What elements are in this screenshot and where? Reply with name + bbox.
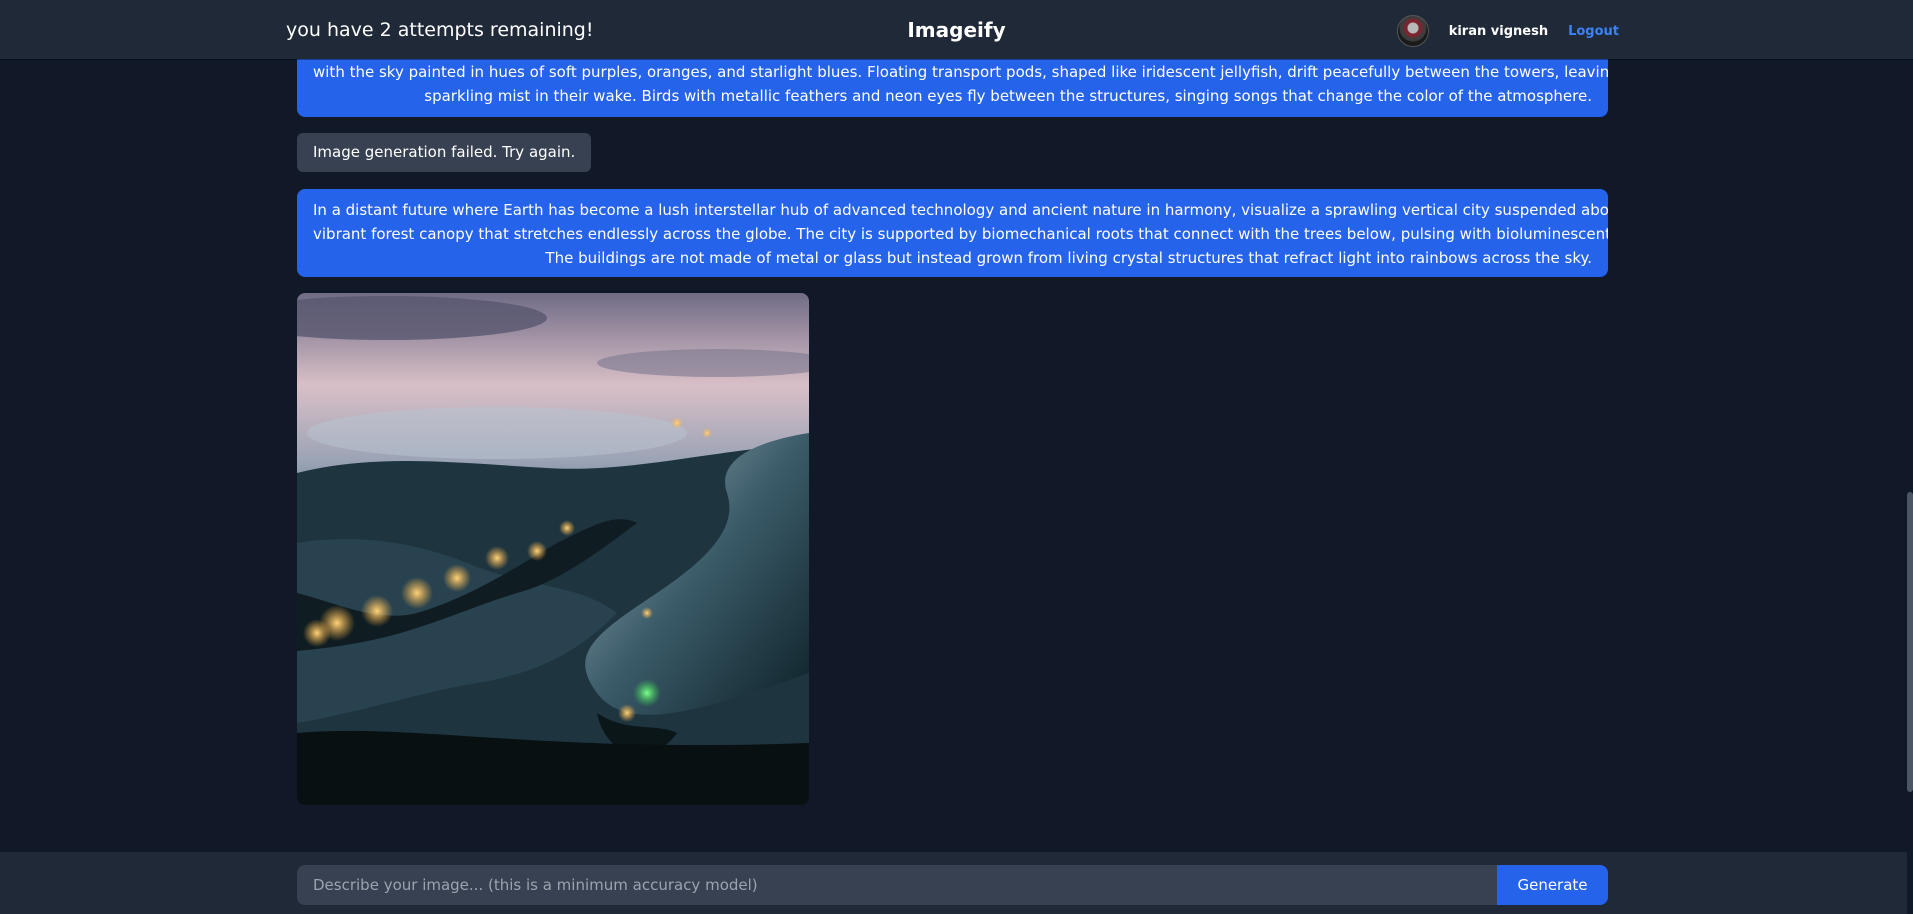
prompt-line: with the sky painted in hues of soft pur… — [313, 63, 1608, 81]
scrollbar-thumb[interactable] — [1907, 492, 1913, 792]
user-prompt-message: In a distant future where Earth has beco… — [297, 189, 1608, 277]
prompt-line: vibrant forest canopy that stretches end… — [313, 225, 1608, 243]
user-menu: kiran vignesh Logout — [1396, 15, 1619, 47]
logout-button[interactable]: Logout — [1568, 24, 1619, 39]
error-message: Image generation failed. Try again. — [297, 133, 592, 172]
chat-area: with the sky painted in hues of soft pur… — [297, 0, 1608, 852]
brand-title[interactable]: Imageify — [907, 18, 1005, 42]
generate-button[interactable]: Generate — [1497, 865, 1608, 905]
prompt-line: In a distant future where Earth has beco… — [313, 201, 1608, 219]
generated-image-art — [297, 293, 809, 805]
prompt-line: The buildings are not made of metal or g… — [545, 249, 1592, 267]
prompt-bar: Generate — [0, 852, 1913, 914]
top-bar: you have 2 attempts remaining! Imageify … — [0, 0, 1913, 59]
generated-image[interactable] — [297, 293, 809, 805]
scrollbar-track[interactable] — [1907, 0, 1913, 914]
prompt-input[interactable] — [297, 865, 1497, 905]
prompt-line: sparkling mist in their wake. Birds with… — [424, 87, 1592, 105]
attempts-remaining: you have 2 attempts remaining! — [286, 19, 594, 41]
avatar[interactable] — [1396, 15, 1429, 47]
user-name: kiran vignesh — [1448, 23, 1549, 39]
